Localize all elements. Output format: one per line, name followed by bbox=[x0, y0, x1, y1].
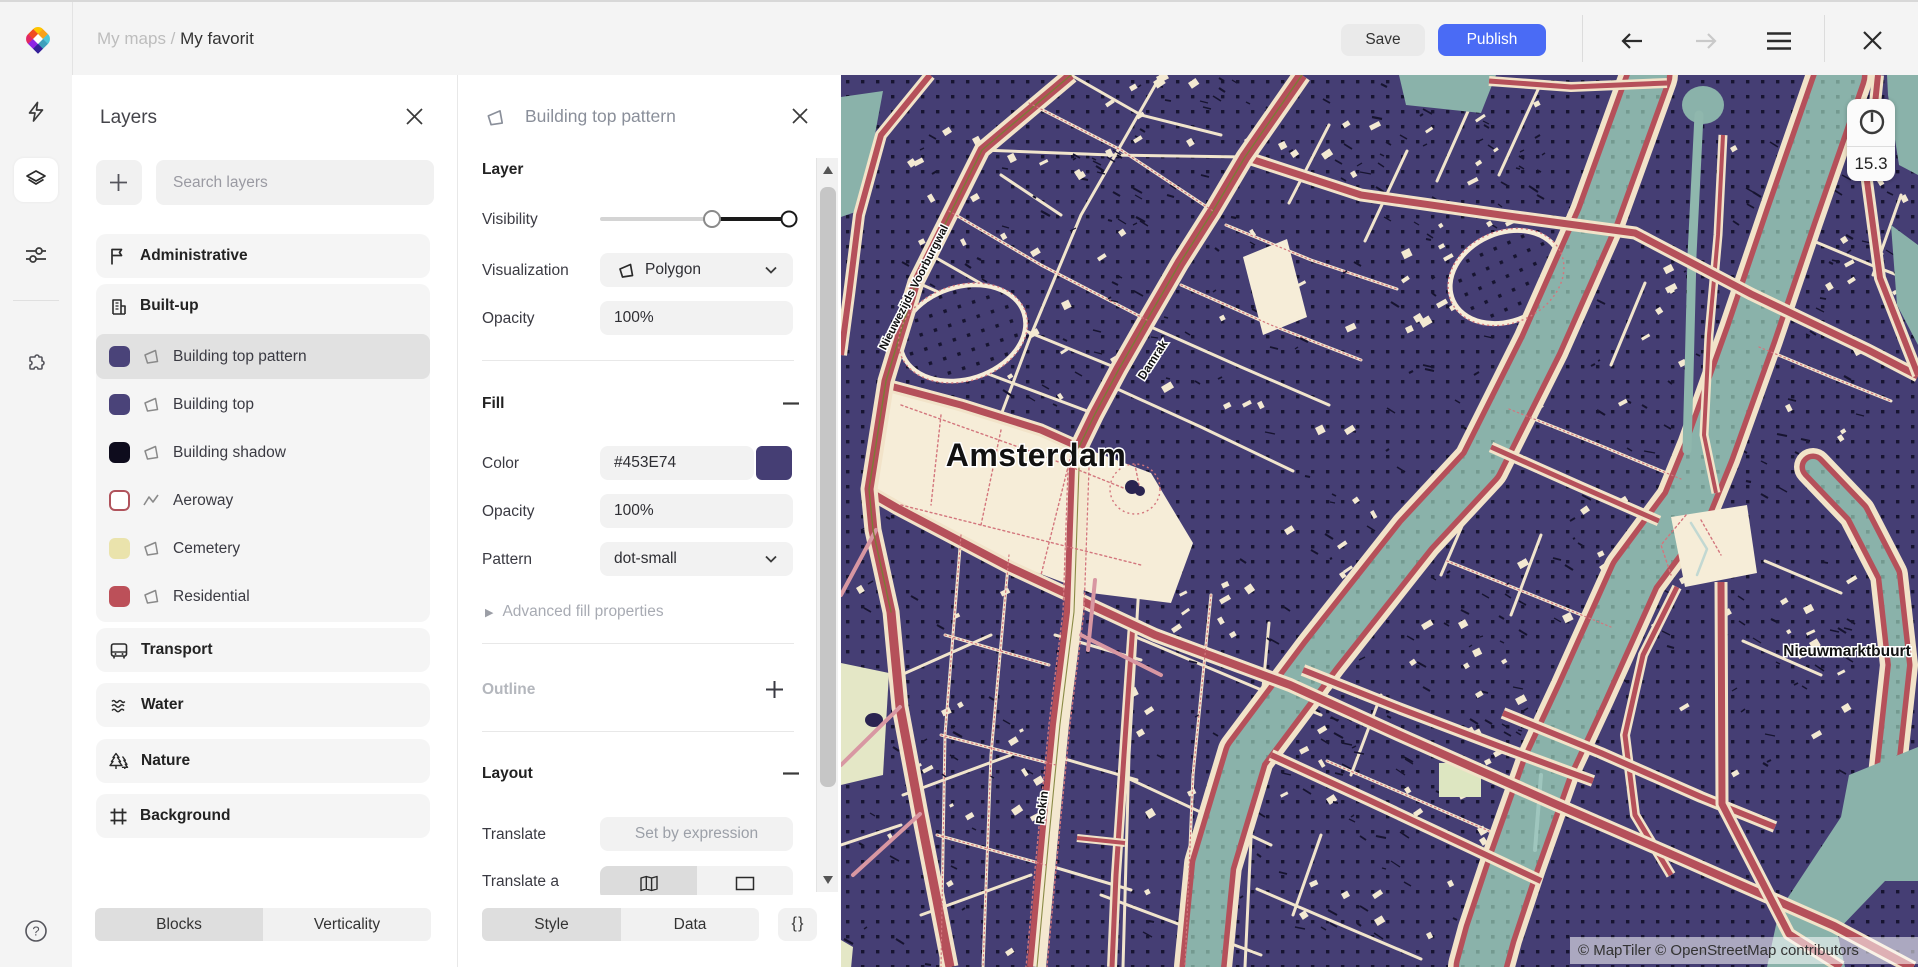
svg-text:?: ? bbox=[32, 924, 39, 939]
svg-text:Nieuwmarktbuurt: Nieuwmarktbuurt bbox=[1783, 643, 1910, 660]
svg-text:Amsterdam: Amsterdam bbox=[946, 437, 1127, 473]
